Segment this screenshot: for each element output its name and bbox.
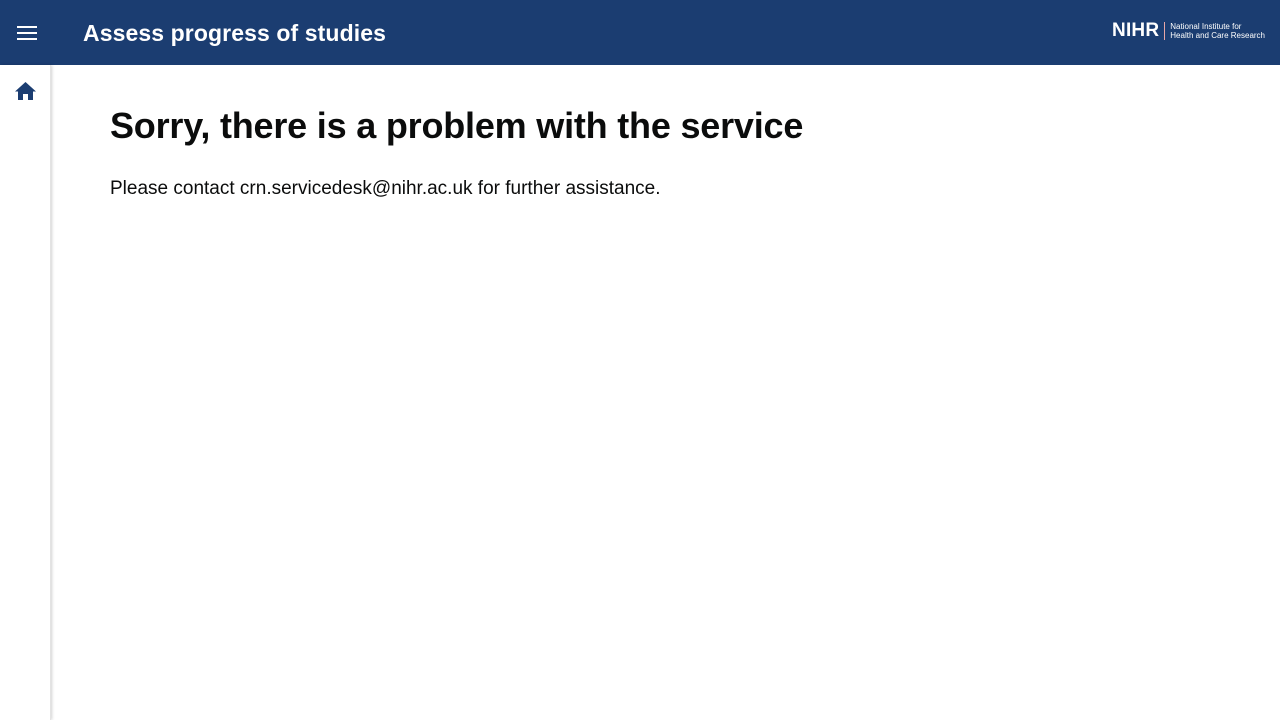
support-email: crn.servicedesk@nihr.ac.uk [239,178,473,199]
message-prefix: Please contact [110,178,240,199]
nihr-logo-mark: NIHR [1112,20,1160,41]
error-message: Please contact crn.servicedesk@nihr.ac.u… [110,176,1210,202]
nihr-logo[interactable]: NIHR National Institute for Health and C… [1112,20,1265,42]
app-header: Assess progress of studies NIHR National… [0,0,1280,65]
logo-divider [1164,22,1166,40]
app-title: Assess progress of studies [83,20,386,46]
sidebar [0,65,51,720]
logo-text-line-1: National Institute for [1170,22,1242,31]
page-title: Sorry, there is a problem with the servi… [110,105,804,146]
hamburger-menu-icon [17,26,37,40]
home-icon [14,82,36,100]
home-button[interactable] [12,79,38,103]
message-suffix: for further assistance. [472,178,661,199]
nihr-logo-text: National Institute for Health and Care R… [1170,22,1265,40]
menu-button[interactable] [6,13,48,53]
main-content: Sorry, there is a problem with the servi… [110,104,1210,202]
logo-text-line-2: Health and Care Research [1170,31,1265,40]
